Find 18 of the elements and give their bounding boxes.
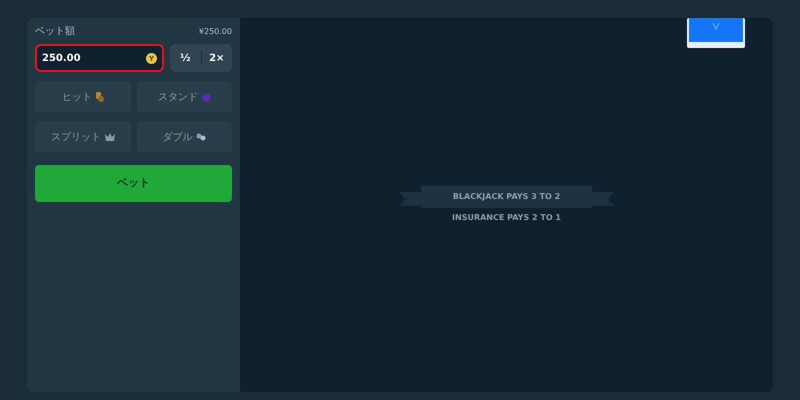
half-button[interactable]: ½: [170, 50, 200, 66]
coin-icon: [146, 52, 157, 64]
balance-text: ¥250.00: [198, 26, 232, 38]
action-button[interactable]: ヒット: [35, 82, 130, 112]
coin-icon: [96, 92, 104, 102]
insurance-text: INSURANCE PAYS 2 TO 1: [452, 212, 561, 224]
crown-icon: [104, 133, 115, 141]
action-button[interactable]: スプリット: [35, 122, 130, 152]
bet-amount-field[interactable]: 250.00: [35, 44, 164, 72]
bet-label: ベット額: [35, 24, 75, 39]
card-drawing: [687, 18, 745, 48]
double-bet-button[interactable]: 2×: [202, 50, 232, 66]
chips-icon: [196, 133, 206, 141]
dot-icon: [202, 92, 211, 102]
action-button[interactable]: スタンド: [136, 82, 232, 112]
payout-banner: BLACKJACK PAYS 3 TO 2: [420, 186, 592, 208]
bet-button[interactable]: ベット: [35, 165, 232, 202]
action-button[interactable]: ダブル: [136, 122, 232, 152]
